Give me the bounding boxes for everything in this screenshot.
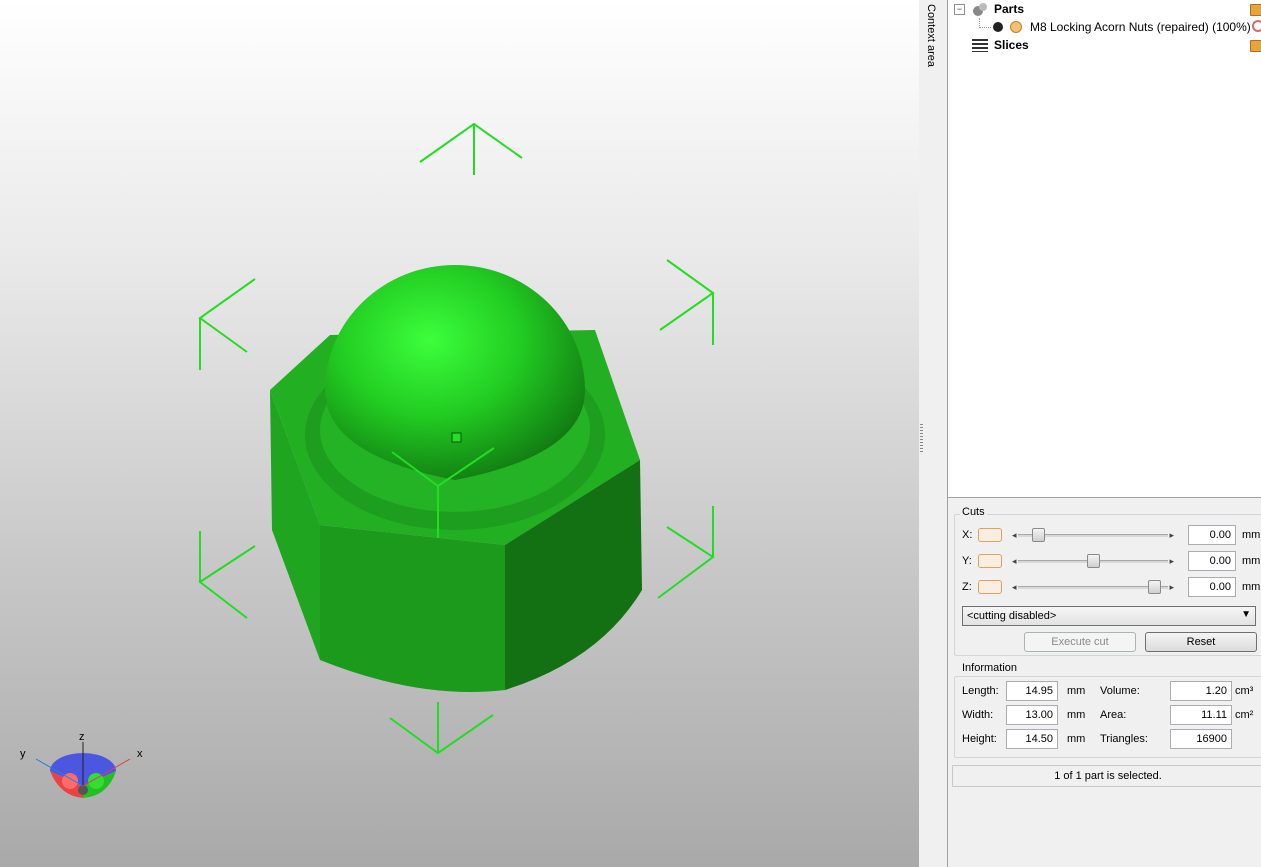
length-unit: mm (1067, 685, 1086, 697)
splitter-grip[interactable] (920, 424, 923, 454)
reset-button[interactable]: Reset (1145, 632, 1257, 652)
cut-z-slider-thumb[interactable] (1148, 580, 1162, 594)
slices-folder-icon[interactable] (1250, 40, 1261, 52)
cuts-title: Cuts (960, 506, 987, 518)
cut-x-slider[interactable]: ◂ ▸ (1010, 528, 1176, 542)
cut-y-value-input[interactable]: 0.00 (1188, 551, 1236, 571)
gizmo-z-label: z (79, 731, 85, 743)
properties-panel: Cuts X: ◂ ▸ 0.00 mm Y: ◂ ▸ 0.00 mm Z: ◂ … (948, 500, 1261, 867)
part-visibility-icon[interactable] (993, 22, 1003, 32)
cut-x-left-arrow-icon[interactable]: ◂ (1012, 528, 1017, 542)
information-title: Information (960, 662, 1020, 674)
cut-y-label: Y: (962, 555, 972, 567)
cut-z-slider[interactable]: ◂ ▸ (1010, 580, 1176, 594)
cut-y-slider[interactable]: ◂ ▸ (1010, 554, 1176, 568)
height-unit: mm (1067, 733, 1086, 745)
cut-z-right-arrow-icon[interactable]: ▸ (1169, 580, 1174, 594)
cut-z-unit: mm (1242, 581, 1261, 593)
triangles-label: Triangles: (1100, 733, 1148, 745)
cut-y-right-arrow-icon[interactable]: ▸ (1169, 554, 1174, 568)
volume-unit: cm³ (1235, 685, 1254, 697)
cut-z-left-arrow-icon[interactable]: ◂ (1012, 580, 1017, 594)
part-repaired-icon (1010, 21, 1022, 33)
cut-z-label: Z: (962, 581, 972, 593)
width-unit: mm (1067, 709, 1086, 721)
parts-icon (973, 3, 987, 16)
cut-z-toggle[interactable] (978, 580, 1002, 594)
width-label: Width: (962, 709, 994, 721)
cut-x-toggle[interactable] (978, 528, 1002, 542)
cut-x-label: X: (962, 529, 973, 541)
cut-x-right-arrow-icon[interactable]: ▸ (1169, 528, 1174, 542)
gizmo-y-label: y (20, 748, 26, 760)
parts-folder-icon[interactable] (1250, 4, 1261, 16)
parts-node-label[interactable]: Parts (994, 0, 1024, 18)
cut-y-toggle[interactable] (978, 554, 1002, 568)
slices-node-label[interactable]: Slices (994, 36, 1029, 54)
cut-y-left-arrow-icon[interactable]: ◂ (1012, 554, 1017, 568)
context-area-label[interactable]: Context area (925, 4, 937, 67)
cutting-mode-value: <cutting disabled> (967, 610, 1057, 622)
parts-expander[interactable]: − (954, 4, 965, 15)
height-value: 14.50 (1006, 729, 1058, 749)
3d-viewport[interactable]: z x y (0, 0, 919, 867)
acorn-nut-model[interactable] (270, 265, 642, 692)
area-label: Area: (1100, 709, 1127, 721)
height-label: Height: (962, 733, 997, 745)
context-area-splitter[interactable]: Context area (919, 0, 948, 867)
cut-y-unit: mm (1242, 555, 1261, 567)
area-value: 11.11 (1170, 705, 1232, 725)
volume-value: 1.20 (1170, 681, 1232, 701)
gizmo-x-label: x (137, 748, 143, 760)
length-label: Length: (962, 685, 999, 697)
cut-z-value-input[interactable]: 0.00 (1188, 577, 1236, 597)
area-unit: cm² (1235, 709, 1254, 721)
axis-orientation-gizmo: z x y (10, 726, 160, 806)
part-tree[interactable]: − Parts M8 Locking Acorn Nuts (repaired)… (948, 0, 1261, 498)
length-value: 14.95 (1006, 681, 1058, 701)
triangles-value: 16900 (1170, 729, 1232, 749)
width-value: 13.00 (1006, 705, 1058, 725)
remove-part-icon[interactable] (1252, 20, 1261, 32)
selection-status: 1 of 1 part is selected. (952, 765, 1261, 787)
volume-label: Volume: (1100, 685, 1140, 697)
selection-center-handle[interactable] (451, 432, 462, 443)
cutting-mode-select[interactable]: <cutting disabled> ▼ (962, 606, 1256, 626)
part-item-label[interactable]: M8 Locking Acorn Nuts (repaired) (100%) (1030, 18, 1251, 36)
tree-connector (979, 27, 991, 28)
cut-x-value-input[interactable]: 0.00 (1188, 525, 1236, 545)
cut-x-slider-thumb[interactable] (1031, 528, 1045, 542)
cut-y-slider-thumb[interactable] (1086, 554, 1100, 568)
chevron-down-icon[interactable]: ▼ (1241, 609, 1251, 620)
slices-icon (972, 39, 988, 52)
execute-cut-button[interactable]: Execute cut (1024, 632, 1136, 652)
cut-x-unit: mm (1242, 529, 1261, 541)
